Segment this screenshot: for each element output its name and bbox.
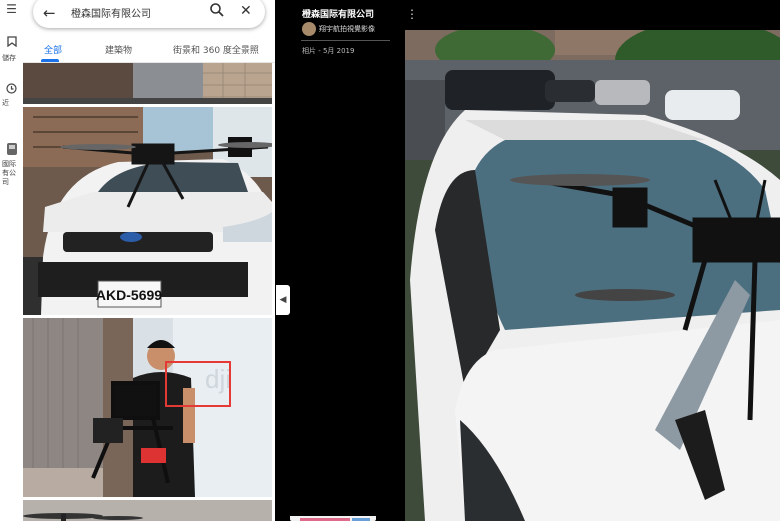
saved-label[interactable]: 儲存	[0, 54, 25, 63]
collapse-panel-button[interactable]: ◀	[276, 285, 290, 315]
svg-text:dji: dji	[205, 364, 231, 394]
menu-icon[interactable]: ☰	[0, 3, 23, 15]
place-label[interactable]: 國际有公司	[0, 160, 22, 187]
place-thumbnail-icon[interactable]	[0, 142, 23, 158]
bookmark-icon[interactable]	[0, 36, 23, 49]
photo-thumbnail-4[interactable]	[23, 500, 272, 521]
filmstrip-thumbnail[interactable]	[290, 511, 376, 521]
results-panel: AKD-5699 dji 全部 建築物 街景和 360 度全景照 ← 橙森国际有…	[23, 0, 275, 521]
photo-thumbnail-1[interactable]	[23, 63, 272, 104]
search-icon[interactable]	[209, 2, 225, 18]
photo-place-title[interactable]: 橙森国际有限公司	[302, 7, 374, 20]
history-icon[interactable]	[0, 83, 23, 96]
main-photo[interactable]	[405, 30, 780, 521]
chevron-left-icon: ◀	[279, 295, 287, 305]
more-vertical-icon[interactable]: ⋮	[406, 8, 418, 20]
close-icon[interactable]: ✕	[240, 3, 252, 19]
avatar[interactable]	[302, 22, 316, 36]
recent-label[interactable]: 近	[0, 99, 25, 108]
photo-author[interactable]: 翔宇航拍視覺影像	[319, 24, 375, 34]
tab-street-view-360[interactable]: 街景和 360 度全景照	[173, 43, 259, 56]
tab-all[interactable]: 全部	[44, 43, 62, 56]
photo-date: 相片 - 5月 2019	[302, 47, 355, 55]
arrow-left-icon[interactable]: ←	[43, 4, 56, 22]
license-plate: AKD-5699	[96, 287, 162, 303]
search-input[interactable]: 橙森国际有限公司	[71, 5, 151, 20]
photo-category-tabs: 全部 建築物 街景和 360 度全景照	[23, 38, 275, 63]
photo-thumbnail-3[interactable]: dji	[23, 318, 272, 497]
divider	[301, 40, 390, 41]
search-box: ← 橙森国际有限公司 ✕	[33, 0, 265, 28]
photo-thumbnail-2[interactable]: AKD-5699	[23, 107, 272, 315]
tab-buildings[interactable]: 建築物	[105, 43, 132, 56]
active-tab-indicator	[41, 59, 59, 62]
left-rail: ☰ 儲存 近 國际有公司	[0, 0, 23, 521]
